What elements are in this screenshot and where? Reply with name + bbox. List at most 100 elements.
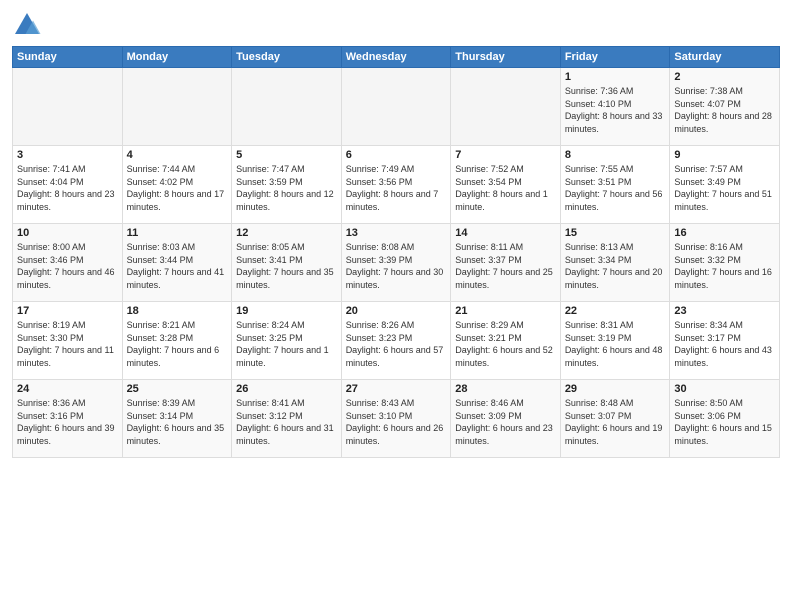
day-info: Sunrise: 7:36 AM Sunset: 4:10 PM Dayligh… <box>565 85 666 135</box>
page: SundayMondayTuesdayWednesdayThursdayFrid… <box>0 0 792 612</box>
day-cell: 27 Sunrise: 8:43 AM Sunset: 3:10 PM Dayli… <box>341 380 451 458</box>
day-info: Sunrise: 7:55 AM Sunset: 3:51 PM Dayligh… <box>565 163 666 213</box>
day-number: 5 <box>236 149 337 161</box>
day-cell: 28 Sunrise: 8:46 AM Sunset: 3:09 PM Dayli… <box>451 380 561 458</box>
day-info: Sunrise: 8:39 AM Sunset: 3:14 PM Dayligh… <box>127 397 228 447</box>
day-info: Sunrise: 7:38 AM Sunset: 4:07 PM Dayligh… <box>674 85 775 135</box>
day-info: Sunrise: 8:26 AM Sunset: 3:23 PM Dayligh… <box>346 319 447 369</box>
day-cell: 12 Sunrise: 8:05 AM Sunset: 3:41 PM Dayli… <box>232 224 342 302</box>
day-cell <box>341 68 451 146</box>
day-number: 18 <box>127 305 228 317</box>
day-cell: 13 Sunrise: 8:08 AM Sunset: 3:39 PM Dayli… <box>341 224 451 302</box>
day-cell <box>451 68 561 146</box>
header-cell-saturday: Saturday <box>670 47 780 68</box>
day-number: 29 <box>565 383 666 395</box>
day-cell: 3 Sunrise: 7:41 AM Sunset: 4:04 PM Daylig… <box>13 146 123 224</box>
day-cell: 18 Sunrise: 8:21 AM Sunset: 3:28 PM Dayli… <box>122 302 232 380</box>
day-number: 12 <box>236 227 337 239</box>
day-number: 19 <box>236 305 337 317</box>
day-cell: 30Sunrise: 8:50 AM Sunset: 3:06 PM Dayli… <box>670 380 780 458</box>
day-number: 16 <box>674 227 775 239</box>
day-cell: 29 Sunrise: 8:48 AM Sunset: 3:07 PM Dayli… <box>560 380 670 458</box>
day-number: 2 <box>674 71 775 83</box>
day-cell: 15 Sunrise: 8:13 AM Sunset: 3:34 PM Dayli… <box>560 224 670 302</box>
day-info: Sunrise: 8:13 AM Sunset: 3:34 PM Dayligh… <box>565 241 666 291</box>
calendar-table: SundayMondayTuesdayWednesdayThursdayFrid… <box>12 46 780 458</box>
day-number: 24 <box>17 383 118 395</box>
day-info: Sunrise: 7:57 AM Sunset: 3:49 PM Dayligh… <box>674 163 775 213</box>
day-number: 27 <box>346 383 447 395</box>
day-cell: 21Sunrise: 8:29 AM Sunset: 3:21 PM Dayli… <box>451 302 561 380</box>
day-info: Sunrise: 7:49 AM Sunset: 3:56 PM Dayligh… <box>346 163 447 213</box>
day-cell: 20Sunrise: 8:26 AM Sunset: 3:23 PM Dayli… <box>341 302 451 380</box>
day-cell: 19 Sunrise: 8:24 AM Sunset: 3:25 PM Dayli… <box>232 302 342 380</box>
day-cell: 1 Sunrise: 7:36 AM Sunset: 4:10 PM Daylig… <box>560 68 670 146</box>
day-info: Sunrise: 7:47 AM Sunset: 3:59 PM Dayligh… <box>236 163 337 213</box>
day-info: Sunrise: 8:34 AM Sunset: 3:17 PM Dayligh… <box>674 319 775 369</box>
day-info: Sunrise: 8:00 AM Sunset: 3:46 PM Dayligh… <box>17 241 118 291</box>
week-row-1: 1 Sunrise: 7:36 AM Sunset: 4:10 PM Daylig… <box>13 68 780 146</box>
week-row-2: 3 Sunrise: 7:41 AM Sunset: 4:04 PM Daylig… <box>13 146 780 224</box>
day-info: Sunrise: 7:52 AM Sunset: 3:54 PM Dayligh… <box>455 163 556 213</box>
header-row: SundayMondayTuesdayWednesdayThursdayFrid… <box>13 47 780 68</box>
day-info: Sunrise: 8:08 AM Sunset: 3:39 PM Dayligh… <box>346 241 447 291</box>
day-cell <box>232 68 342 146</box>
day-number: 10 <box>17 227 118 239</box>
day-number: 4 <box>127 149 228 161</box>
day-number: 3 <box>17 149 118 161</box>
day-cell: 7 Sunrise: 7:52 AM Sunset: 3:54 PM Daylig… <box>451 146 561 224</box>
day-info: Sunrise: 8:11 AM Sunset: 3:37 PM Dayligh… <box>455 241 556 291</box>
day-info: Sunrise: 8:03 AM Sunset: 3:44 PM Dayligh… <box>127 241 228 291</box>
day-info: Sunrise: 8:05 AM Sunset: 3:41 PM Dayligh… <box>236 241 337 291</box>
day-cell: 25 Sunrise: 8:39 AM Sunset: 3:14 PM Dayli… <box>122 380 232 458</box>
day-number: 7 <box>455 149 556 161</box>
week-row-4: 17 Sunrise: 8:19 AM Sunset: 3:30 PM Dayli… <box>13 302 780 380</box>
day-info: Sunrise: 8:46 AM Sunset: 3:09 PM Dayligh… <box>455 397 556 447</box>
week-row-3: 10 Sunrise: 8:00 AM Sunset: 3:46 PM Dayli… <box>13 224 780 302</box>
day-number: 21 <box>455 305 556 317</box>
day-cell: 17 Sunrise: 8:19 AM Sunset: 3:30 PM Dayli… <box>13 302 123 380</box>
day-number: 11 <box>127 227 228 239</box>
day-number: 1 <box>565 71 666 83</box>
day-number: 25 <box>127 383 228 395</box>
day-cell: 11 Sunrise: 8:03 AM Sunset: 3:44 PM Dayli… <box>122 224 232 302</box>
day-number: 23 <box>674 305 775 317</box>
header-cell-thursday: Thursday <box>451 47 561 68</box>
day-cell: 23 Sunrise: 8:34 AM Sunset: 3:17 PM Dayli… <box>670 302 780 380</box>
day-number: 6 <box>346 149 447 161</box>
day-number: 8 <box>565 149 666 161</box>
day-info: Sunrise: 8:48 AM Sunset: 3:07 PM Dayligh… <box>565 397 666 447</box>
day-number: 9 <box>674 149 775 161</box>
day-info: Sunrise: 8:19 AM Sunset: 3:30 PM Dayligh… <box>17 319 118 369</box>
day-cell: 8 Sunrise: 7:55 AM Sunset: 3:51 PM Daylig… <box>560 146 670 224</box>
day-cell: 9 Sunrise: 7:57 AM Sunset: 3:49 PM Daylig… <box>670 146 780 224</box>
day-number: 28 <box>455 383 556 395</box>
day-number: 14 <box>455 227 556 239</box>
day-number: 17 <box>17 305 118 317</box>
day-info: Sunrise: 8:36 AM Sunset: 3:16 PM Dayligh… <box>17 397 118 447</box>
header-cell-wednesday: Wednesday <box>341 47 451 68</box>
day-info: Sunrise: 8:50 AM Sunset: 3:06 PM Dayligh… <box>674 397 775 447</box>
day-number: 26 <box>236 383 337 395</box>
logo <box>12 10 46 40</box>
day-number: 22 <box>565 305 666 317</box>
week-row-5: 24 Sunrise: 8:36 AM Sunset: 3:16 PM Dayli… <box>13 380 780 458</box>
day-cell: 6 Sunrise: 7:49 AM Sunset: 3:56 PM Daylig… <box>341 146 451 224</box>
header <box>12 10 780 40</box>
day-info: Sunrise: 8:43 AM Sunset: 3:10 PM Dayligh… <box>346 397 447 447</box>
header-cell-monday: Monday <box>122 47 232 68</box>
day-info: Sunrise: 8:16 AM Sunset: 3:32 PM Dayligh… <box>674 241 775 291</box>
header-cell-sunday: Sunday <box>13 47 123 68</box>
day-info: Sunrise: 7:41 AM Sunset: 4:04 PM Dayligh… <box>17 163 118 213</box>
day-cell <box>13 68 123 146</box>
day-cell: 22Sunrise: 8:31 AM Sunset: 3:19 PM Dayli… <box>560 302 670 380</box>
day-cell: 2 Sunrise: 7:38 AM Sunset: 4:07 PM Daylig… <box>670 68 780 146</box>
day-info: Sunrise: 7:44 AM Sunset: 4:02 PM Dayligh… <box>127 163 228 213</box>
day-info: Sunrise: 8:24 AM Sunset: 3:25 PM Dayligh… <box>236 319 337 369</box>
day-number: 13 <box>346 227 447 239</box>
day-info: Sunrise: 8:21 AM Sunset: 3:28 PM Dayligh… <box>127 319 228 369</box>
day-info: Sunrise: 8:41 AM Sunset: 3:12 PM Dayligh… <box>236 397 337 447</box>
day-cell: 4 Sunrise: 7:44 AM Sunset: 4:02 PM Daylig… <box>122 146 232 224</box>
header-cell-friday: Friday <box>560 47 670 68</box>
day-number: 15 <box>565 227 666 239</box>
